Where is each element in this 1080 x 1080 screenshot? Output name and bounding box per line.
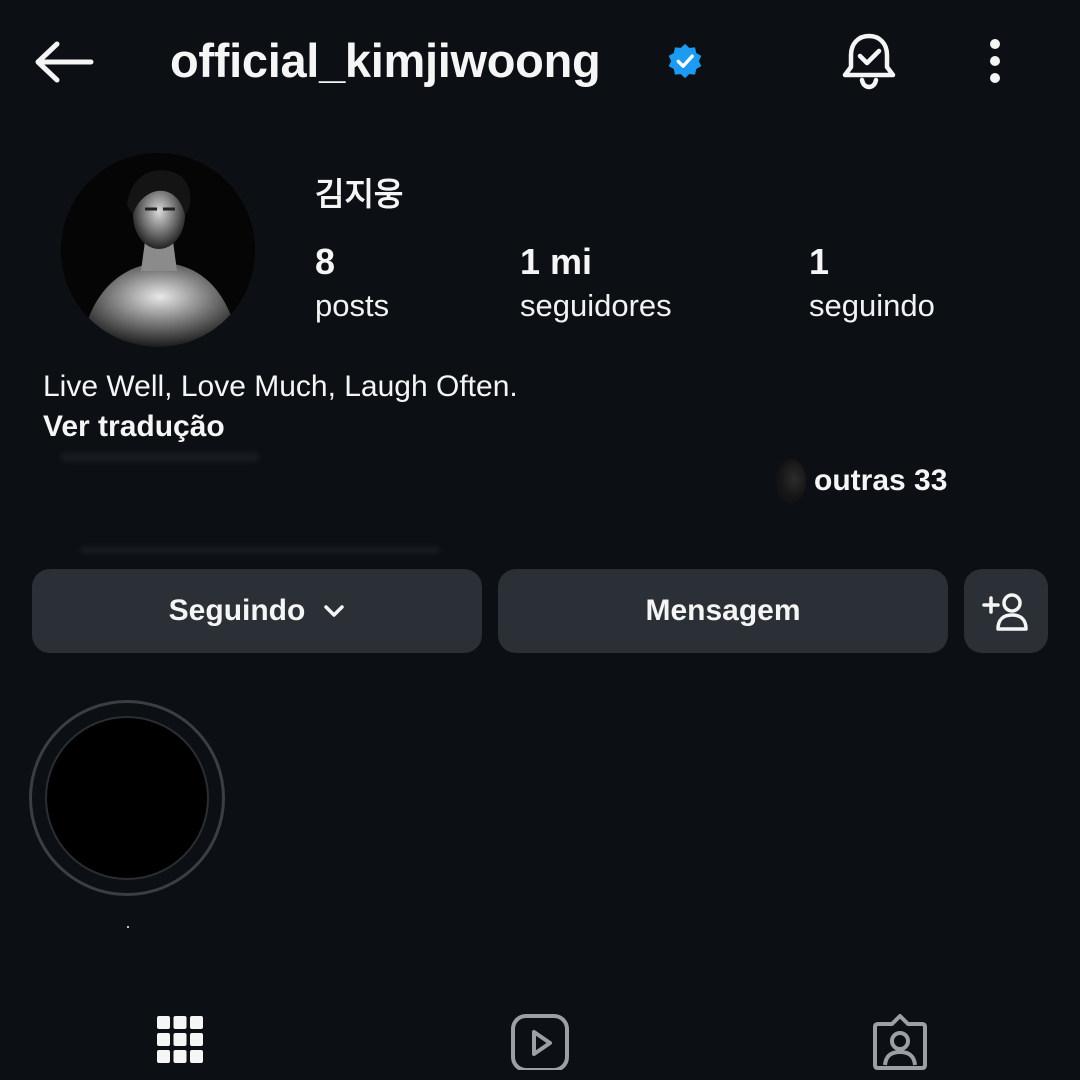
notifications-button[interactable] <box>836 28 902 94</box>
story-highlight-cover <box>45 716 209 880</box>
following-count: 1 <box>809 241 830 282</box>
tab-tagged[interactable] <box>860 1010 940 1080</box>
followers-stat[interactable]: 1 mi seguidores <box>520 240 672 328</box>
obscured-text <box>60 452 260 462</box>
mutual-followers[interactable]: outras 33 <box>776 458 947 504</box>
followers-count: 1 mi <box>520 241 593 282</box>
following-stat[interactable]: 1 seguindo <box>809 240 935 328</box>
vertical-dots-icon <box>990 39 1000 83</box>
tagged-icon <box>873 1014 927 1070</box>
add-person-icon <box>982 593 1028 631</box>
back-button[interactable] <box>30 34 98 90</box>
posts-stat[interactable]: 8 posts <box>315 240 389 328</box>
suggested-people-button[interactable] <box>964 569 1048 653</box>
more-options-button[interactable] <box>968 32 1022 90</box>
chevron-down-icon <box>323 604 345 618</box>
bell-check-icon <box>842 33 896 90</box>
message-button[interactable]: Mensagem <box>498 569 948 653</box>
translate-link[interactable]: Ver tradução <box>43 406 225 448</box>
display-name: 김지웅 <box>315 176 404 212</box>
grid-icon <box>157 1016 203 1063</box>
posts-label: posts <box>315 288 390 323</box>
obscured-text <box>80 546 440 554</box>
verified-badge-icon <box>668 43 702 79</box>
mutual-followers-text: outras 33 <box>814 464 948 497</box>
following-label: seguindo <box>809 288 935 323</box>
bio-text: Live Well, Love Much, Laugh Often. <box>43 370 518 403</box>
mutual-follower-avatar <box>776 459 806 503</box>
message-button-label: Mensagem <box>645 594 801 627</box>
story-highlight-label: . <box>125 912 131 932</box>
profile-username: official_kimjiwoong <box>170 34 601 87</box>
profile-page: official_kimjiwoong 김지웅 8 posts 1 mi seg… <box>0 0 1080 1080</box>
posts-count: 8 <box>315 241 336 282</box>
followers-label: seguidores <box>520 288 672 323</box>
reels-icon <box>511 1014 569 1070</box>
following-button-label: Seguindo <box>168 594 306 627</box>
following-button[interactable]: Seguindo <box>32 569 482 653</box>
tab-posts-grid[interactable] <box>140 1010 220 1080</box>
profile-avatar[interactable] <box>61 153 255 347</box>
arrow-left-icon <box>35 41 94 83</box>
top-bar: official_kimjiwoong <box>0 0 1080 124</box>
avatar-photo <box>61 153 255 347</box>
tab-reels[interactable] <box>500 1010 580 1080</box>
